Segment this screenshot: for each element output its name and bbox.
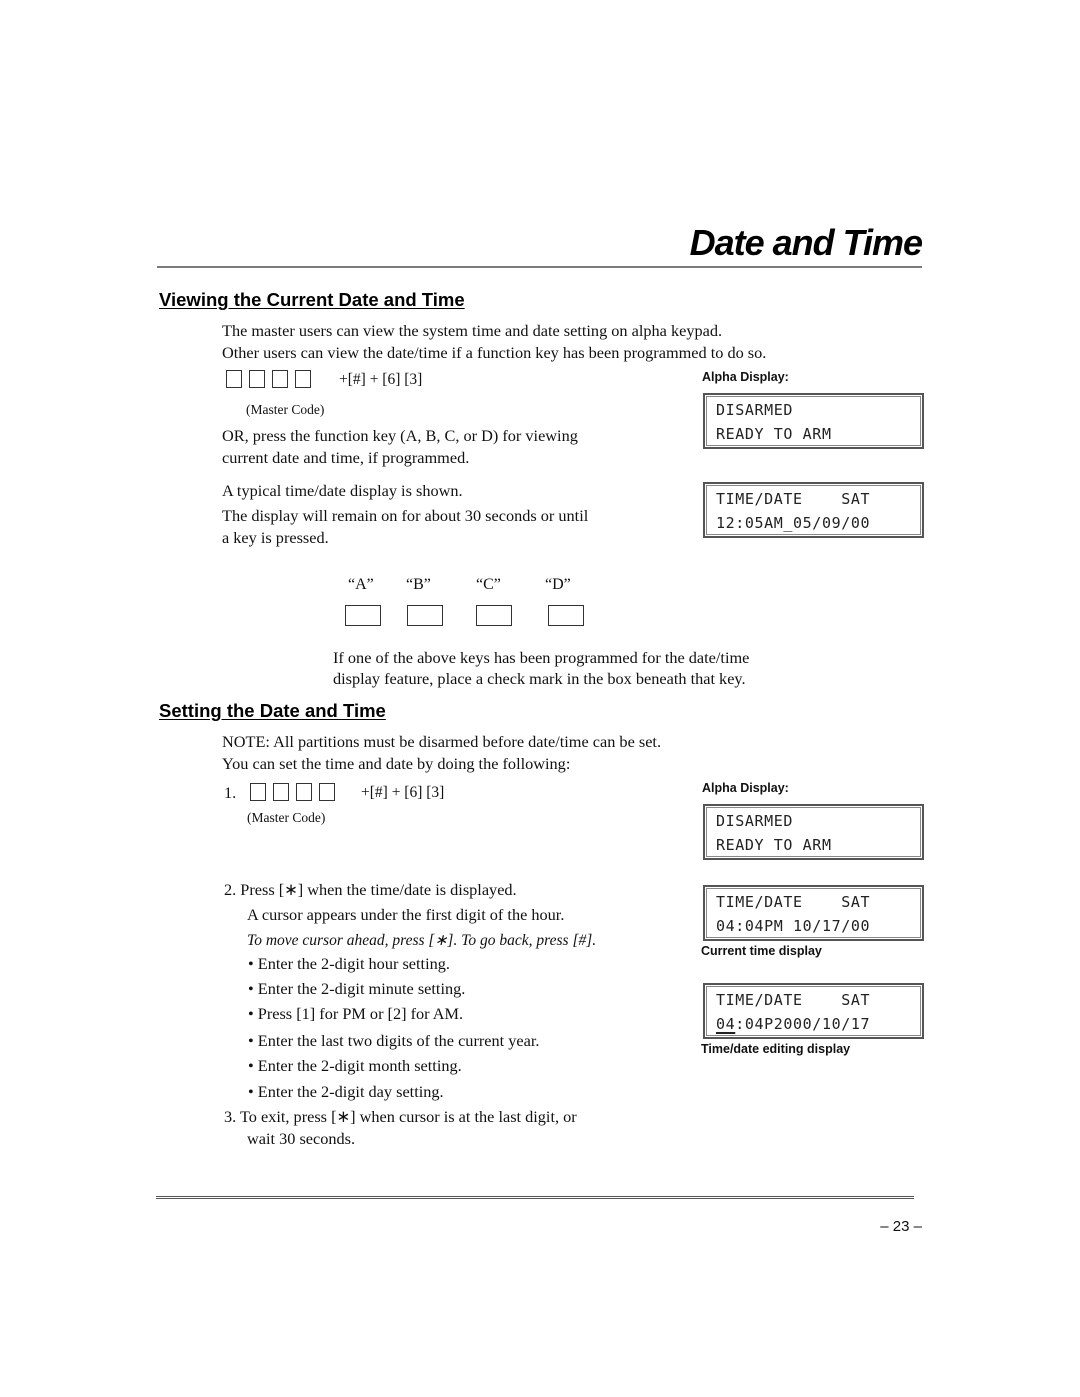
lcd-line-2: READY TO ARM — [716, 836, 832, 854]
step2-line2: A cursor appears under the first digit o… — [247, 905, 565, 924]
function-key-checkbox-a[interactable] — [345, 605, 381, 626]
fkey-note-line2: display feature, place a check mark in t… — [333, 669, 746, 688]
alpha-display-label: Alpha Display: — [702, 781, 789, 795]
step3-line1: 3. To exit, press [∗] when cursor is at … — [224, 1107, 577, 1126]
code-digit-box — [226, 370, 242, 388]
master-code-label: (Master Code) — [246, 402, 325, 417]
editing-display-caption: Time/date editing display — [701, 1042, 851, 1056]
lcd-line-2: 04:04PM 10/17/00 — [716, 917, 871, 935]
code-digit-box — [295, 370, 311, 388]
or-line2: current date and time, if programmed. — [222, 448, 470, 467]
bullet-ampm: • Press [1] for PM or [2] for AM. — [248, 1004, 464, 1023]
lcd-display-timedate: TIME/DATE SAT 12:05AM_05/09/00 — [703, 482, 924, 538]
master-code-label: (Master Code) — [247, 810, 326, 825]
code-digit-box — [296, 783, 312, 801]
lcd-line-1: TIME/DATE SAT — [716, 991, 871, 1009]
step1-key-sequence: +[#] + [6] [3] — [361, 784, 445, 801]
lcd-line-1: TIME/DATE SAT — [716, 893, 871, 911]
code-digit-box — [272, 370, 288, 388]
alpha-display-label: Alpha Display: — [702, 370, 789, 384]
edit-cursor: 04 — [716, 1015, 736, 1033]
bullet-day: • Enter the 2-digit day setting. — [248, 1082, 444, 1101]
section-heading-viewing: Viewing the Current Date and Time — [159, 289, 465, 310]
function-key-checkbox-b[interactable] — [407, 605, 443, 626]
lcd-display-current-time: TIME/DATE SAT 04:04PM 10/17/00 — [703, 885, 924, 941]
function-key-checkbox-c[interactable] — [476, 605, 512, 626]
code-digit-box — [250, 783, 266, 801]
function-key-label-a: “A” — [348, 576, 374, 593]
viewing-intro-line1: The master users can view the system tim… — [222, 321, 723, 340]
function-key-label-d: “D” — [545, 576, 571, 593]
lcd-line-1: TIME/DATE SAT — [716, 490, 871, 508]
function-key-checkbox-d[interactable] — [548, 605, 584, 626]
bullet-minute: • Enter the 2-digit minute setting. — [248, 979, 466, 998]
remain-line2: a key is pressed. — [222, 528, 329, 547]
lcd-line-2: 04:04P2000/10/17 — [716, 1015, 870, 1033]
step2-line1: 2. Press [∗] when the time/date is displ… — [224, 880, 517, 899]
current-time-caption: Current time display — [701, 944, 822, 958]
page-number: – 23 – — [880, 1218, 922, 1235]
edit-line-rest: :04P2000/10/17 — [735, 1015, 871, 1033]
step3-line2: wait 30 seconds. — [247, 1129, 356, 1148]
bullet-hour: • Enter the 2-digit hour setting. — [248, 954, 450, 973]
code-digit-box — [319, 783, 335, 801]
lcd-line-1: DISARMED — [716, 812, 794, 830]
lcd-line-1: DISARMED — [716, 401, 794, 419]
footer-divider — [156, 1196, 914, 1199]
function-key-label-b: “B” — [406, 576, 431, 593]
code-digit-box — [273, 783, 289, 801]
lcd-line-2: 12:05AM_05/09/00 — [716, 514, 871, 532]
page-title: Date and Time — [689, 222, 923, 263]
typical-display-line: A typical time/date display is shown. — [222, 481, 463, 500]
code-digit-box — [249, 370, 265, 388]
section-heading-setting: Setting the Date and Time — [159, 700, 386, 721]
viewing-intro-line2: Other users can view the date/time if a … — [222, 343, 767, 362]
bullet-month: • Enter the 2-digit month setting. — [248, 1056, 462, 1075]
bullet-year: • Enter the last two digits of the curre… — [248, 1031, 540, 1050]
key-sequence: +[#] + [6] [3] — [339, 371, 423, 388]
or-line1: OR, press the function key (A, B, C, or … — [222, 426, 578, 445]
setting-note: NOTE: All partitions must be disarmed be… — [222, 732, 662, 751]
lcd-line-2: READY TO ARM — [716, 425, 832, 443]
remain-line1: The display will remain on for about 30 … — [222, 506, 589, 525]
function-key-label-c: “C” — [476, 576, 501, 593]
lcd-display-editing: TIME/DATE SAT 04:04P2000/10/17 — [703, 983, 924, 1039]
master-code-boxes — [250, 783, 335, 801]
fkey-note-line1: If one of the above keys has been progra… — [333, 648, 750, 667]
cursor-instruction: To move cursor ahead, press [∗]. To go b… — [247, 932, 597, 949]
title-divider — [157, 266, 922, 268]
setting-intro: You can set the time and date by doing t… — [222, 754, 571, 773]
lcd-display-disarmed: DISARMED READY TO ARM — [703, 393, 924, 449]
step1-number: 1. — [224, 783, 237, 802]
lcd-display-disarmed: DISARMED READY TO ARM — [703, 804, 924, 860]
master-code-boxes — [226, 370, 311, 388]
